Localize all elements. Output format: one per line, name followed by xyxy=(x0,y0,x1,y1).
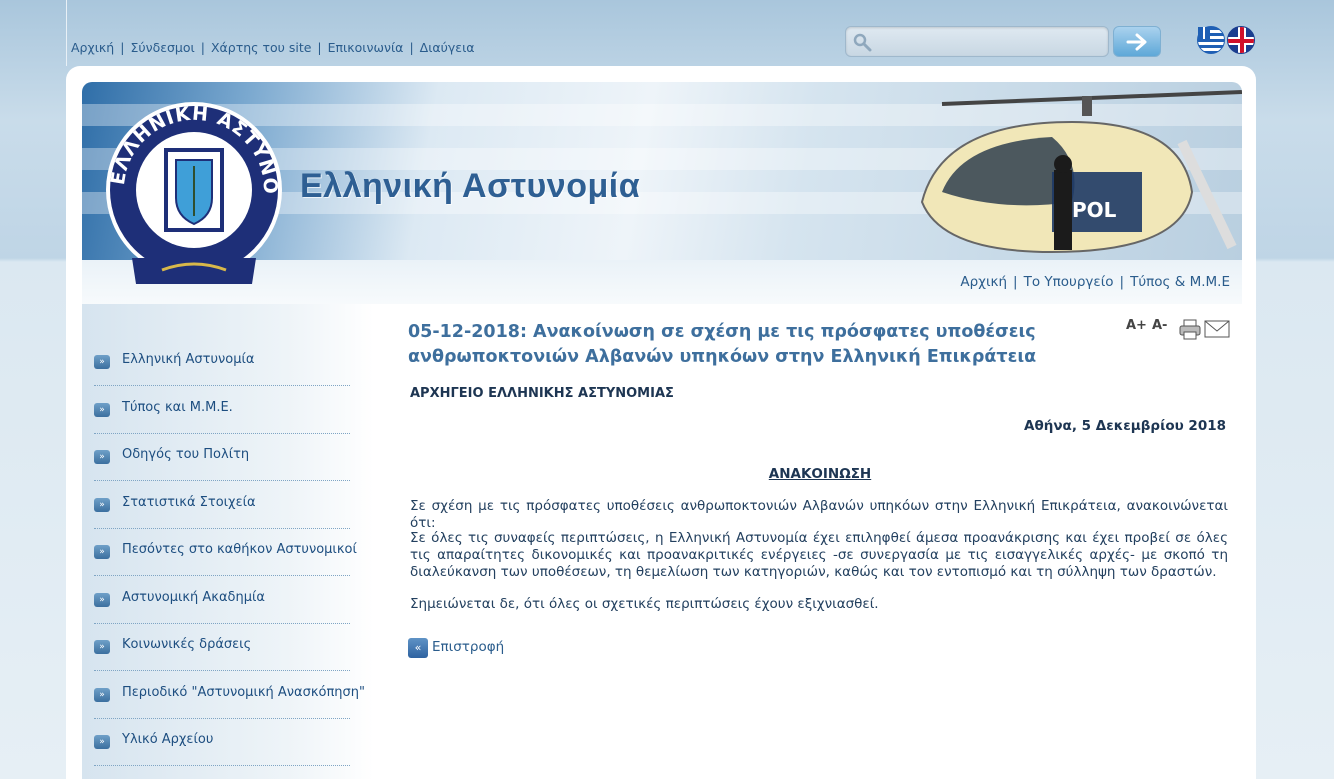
double-chevron-right-icon: » xyxy=(94,640,110,654)
top-nav-sitemap-link[interactable]: Χάρτης του site xyxy=(211,40,311,55)
sidebar-item-label: Κοινωνικές δράσεις xyxy=(122,637,252,652)
article-date: Αθήνα, 5 Δεκεμβρίου 2018 xyxy=(1024,418,1226,434)
sub-nav-ministry-link[interactable]: Το Υπουργείο xyxy=(1024,274,1114,290)
article-paragraph: Σημειώνεται δε, ότι όλες οι σχετικές περ… xyxy=(410,596,879,612)
double-chevron-right-icon: » xyxy=(94,545,110,559)
search-box xyxy=(845,26,1109,57)
decrease-font-button[interactable]: A- xyxy=(1152,318,1167,340)
envelope-icon[interactable] xyxy=(1204,318,1230,340)
article-paragraph: Σε όλες τις συναφείς περιπτώσεις, η Ελλη… xyxy=(410,530,1228,580)
sidebar-item-social-actions[interactable]: » Κοινωνικές δράσεις xyxy=(94,623,350,671)
arrow-right-icon xyxy=(1126,33,1147,50)
sub-nav: Αρχική | Το Υπουργείο | Τύπος & Μ.Μ.Ε xyxy=(960,274,1230,290)
separator: | xyxy=(1119,274,1125,290)
sidebar-item-magazine[interactable]: » Περιοδικό "Αστυνομική Ανασκόπηση" xyxy=(94,671,365,719)
double-chevron-right-icon: » xyxy=(94,450,110,464)
sidebar-item-archive[interactable]: » Υλικό Αρχείου xyxy=(94,718,350,766)
increase-font-button[interactable]: A+ xyxy=(1126,318,1147,340)
double-chevron-left-icon: « xyxy=(408,638,428,658)
article-content: 05-12-2018: Ανακοίνωση σε σχέση με τις π… xyxy=(390,304,1238,779)
announcement-heading: ΑΝΑΚΟΙΝΩΣΗ xyxy=(768,466,872,482)
sidebar-item-statistics[interactable]: » Στατιστικά Στοιχεία xyxy=(94,481,350,529)
top-nav: Αρχική | Σύνδεσμοι | Χάρτης του site | Επικοιν… xyxy=(71,40,475,55)
search-icon xyxy=(853,33,872,52)
site-title: Ελληνική Αστυνομία xyxy=(300,167,641,205)
sidebar-item-label: Πεσόντες στο καθήκον Αστυνομικοί xyxy=(122,542,357,557)
double-chevron-right-icon: » xyxy=(94,403,110,417)
sidebar-item-label: Τύπος και Μ.Μ.Ε. xyxy=(122,400,233,415)
separator: | xyxy=(120,40,125,55)
sidebar-item-label: Περιοδικό "Αστυνομική Ανασκόπηση" xyxy=(122,685,365,700)
sidebar-item-hellenic-police[interactable]: » Ελληνική Αστυνομία xyxy=(94,338,350,386)
top-nav-diavgeia-link[interactable]: Διαύγεια xyxy=(420,40,475,55)
search-input[interactable] xyxy=(876,30,1102,53)
article-title: 05-12-2018: Ανακοίνωση σε σχέση με τις π… xyxy=(408,322,1037,367)
sidebar-item-police-academy[interactable]: » Αστυνομική Ακαδημία xyxy=(94,576,350,624)
printer-icon[interactable] xyxy=(1178,318,1202,340)
police-emblem-logo[interactable]: ΕΛΛΗΝΙΚΗ ΑΣΤΥΝΟΜΙΑ xyxy=(102,98,286,294)
sidebar-item-label: Αστυνομική Ακαδημία xyxy=(122,590,265,605)
top-nav-links-link[interactable]: Σύνδεσμοι xyxy=(130,40,194,55)
double-chevron-right-icon: » xyxy=(94,498,110,512)
sub-nav-home-link[interactable]: Αρχική xyxy=(960,274,1007,290)
sidebar-item-label: Ελληνική Αστυνομία xyxy=(122,352,255,367)
svg-text:POL: POL xyxy=(1072,198,1117,222)
double-chevron-right-icon: » xyxy=(94,688,110,702)
sidebar: » Ελληνική Αστυνομία » Τύπος και Μ.Μ.Ε. … xyxy=(82,304,374,779)
sidebar-item-label: Στατιστικά Στοιχεία xyxy=(122,495,256,510)
greek-flag-icon[interactable] xyxy=(1197,26,1225,54)
top-nav-home-link[interactable]: Αρχική xyxy=(71,40,114,55)
sidebar-item-fallen-officers[interactable]: » Πεσόντες στο καθήκον Αστυνομικοί xyxy=(94,528,357,576)
sidebar-item-label: Υλικό Αρχείου xyxy=(122,732,214,747)
sidebar-item-label: Οδηγός του Πολίτη xyxy=(122,447,250,462)
issuing-organization: ΑΡΧΗΓΕΙΟ ΕΛΛΗΝΙΚΗΣ ΑΣΤΥΝΟΜΙΑΣ xyxy=(410,386,674,401)
sidebar-item-press[interactable]: » Τύπος και Μ.Μ.Ε. xyxy=(94,386,350,434)
sidebar-item-citizen-guide[interactable]: » Οδηγός του Πολίτη xyxy=(94,433,350,481)
article-tools: A+ A- xyxy=(1126,318,1230,342)
back-label: Επιστροφή xyxy=(432,639,505,655)
top-bar: Αρχική | Σύνδεσμοι | Χάρτης του site | Επικοιν… xyxy=(66,0,1256,66)
separator: | xyxy=(200,40,205,55)
sub-nav-press-link[interactable]: Τύπος & Μ.Μ.Ε xyxy=(1130,274,1230,290)
uk-flag-icon[interactable] xyxy=(1227,26,1255,54)
article-paragraph: Σε σχέση με τις πρόσφατες υποθέσεις ανθρ… xyxy=(410,498,1228,531)
top-nav-contact-link[interactable]: Επικοινωνία xyxy=(328,40,404,55)
double-chevron-right-icon: » xyxy=(94,735,110,749)
double-chevron-right-icon: » xyxy=(94,355,110,369)
helicopter-image: POL xyxy=(920,90,1242,254)
separator: | xyxy=(317,40,322,55)
search-submit-button[interactable] xyxy=(1113,26,1161,57)
separator: | xyxy=(1013,274,1018,290)
separator: | xyxy=(409,40,414,55)
double-chevron-right-icon: » xyxy=(94,593,110,607)
